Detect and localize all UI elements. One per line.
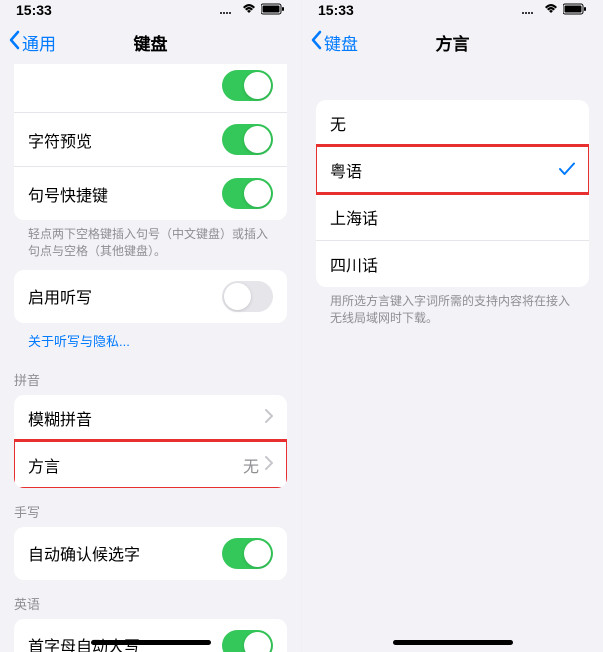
row-fuzzy-pinyin[interactable]: 模糊拼音 (14, 395, 287, 441)
chevron-right-icon (265, 409, 273, 426)
dictation-privacy-link[interactable]: 关于听写与隐私... (14, 323, 287, 356)
section-handwriting: 手写 (0, 488, 301, 527)
row-dictation[interactable]: 启用听写 (14, 270, 287, 323)
row-partial-top[interactable] (14, 64, 287, 112)
nav-title: 方言 (436, 30, 470, 55)
nav-bar: 通用 键盘 (0, 20, 301, 64)
keyboard-settings-screen: 15:33 通用 键盘 (0, 0, 301, 652)
row-label: 自动确认候选字 (28, 541, 140, 565)
home-indicator[interactable] (393, 640, 513, 645)
chevron-left-icon (8, 30, 20, 55)
chevron-right-icon (265, 456, 273, 473)
toggle-switch[interactable] (222, 178, 273, 209)
status-icons (219, 2, 285, 18)
option-cantonese[interactable]: 粤语 (316, 146, 589, 193)
home-indicator[interactable] (91, 640, 211, 645)
toggle-switch[interactable] (222, 70, 273, 101)
row-char-preview[interactable]: 字符预览 (14, 112, 287, 166)
option-sichuanese[interactable]: 四川话 (316, 240, 589, 287)
cellular-icon (521, 2, 539, 18)
status-time: 15:33 (16, 2, 52, 18)
dialect-footer: 用所选方言键入字词所需的支持内容将在接入无线局域网时下载。 (316, 287, 589, 337)
shortcut-footer: 轻点两下空格键插入句号（中文键盘）或插入句点与空格（其他键盘）。 (14, 220, 287, 270)
toggle-switch[interactable] (222, 124, 273, 155)
nav-title: 键盘 (134, 30, 168, 55)
row-auto-confirm[interactable]: 自动确认候选字 (14, 527, 287, 580)
section-english: 英语 (0, 580, 301, 619)
dialect-settings-screen: 15:33 键盘 方言 无 (302, 0, 603, 652)
option-label: 上海话 (330, 205, 378, 229)
row-dialect[interactable]: 方言 无 (14, 441, 287, 488)
wifi-icon (241, 2, 257, 18)
toggle-switch[interactable] (222, 281, 273, 312)
status-icons (521, 2, 587, 18)
row-label: 句号快捷键 (28, 182, 108, 206)
content-area[interactable]: 无 粤语 上海话 四川话 用所选方言键入字词所需的支持内容将在接入无线局域网时下… (302, 64, 603, 652)
content-area[interactable]: 字符预览 句号快捷键 轻点两下空格键插入句号（中文键盘）或插入句点与空格（其他键… (0, 64, 301, 652)
row-label: 方言 (28, 453, 60, 477)
option-label: 四川话 (330, 252, 378, 276)
row-value: 无 (243, 453, 259, 477)
back-button[interactable]: 通用 (8, 30, 56, 55)
toggle-switch[interactable] (222, 630, 273, 652)
status-bar: 15:33 (302, 0, 603, 20)
row-auto-capitalize[interactable]: 首字母自动大写 (14, 619, 287, 652)
row-period-shortcut[interactable]: 句号快捷键 (14, 166, 287, 220)
status-time: 15:33 (318, 2, 354, 18)
back-label: 键盘 (324, 30, 358, 55)
option-shanghainese[interactable]: 上海话 (316, 193, 589, 240)
battery-icon (563, 2, 587, 18)
wifi-icon (543, 2, 559, 18)
back-button[interactable]: 键盘 (310, 30, 358, 55)
section-pinyin: 拼音 (0, 356, 301, 395)
nav-bar: 键盘 方言 (302, 20, 603, 64)
toggle-switch[interactable] (222, 538, 273, 569)
option-label: 粤语 (330, 158, 362, 182)
status-bar: 15:33 (0, 0, 301, 20)
option-label: 无 (330, 111, 346, 135)
row-label: 模糊拼音 (28, 406, 92, 430)
row-label: 字符预览 (28, 128, 92, 152)
chevron-left-icon (310, 30, 322, 55)
row-label: 启用听写 (28, 284, 92, 308)
cellular-icon (219, 2, 237, 18)
option-none[interactable]: 无 (316, 100, 589, 146)
checkmark-icon (559, 160, 575, 181)
back-label: 通用 (22, 30, 56, 55)
battery-icon (261, 2, 285, 18)
